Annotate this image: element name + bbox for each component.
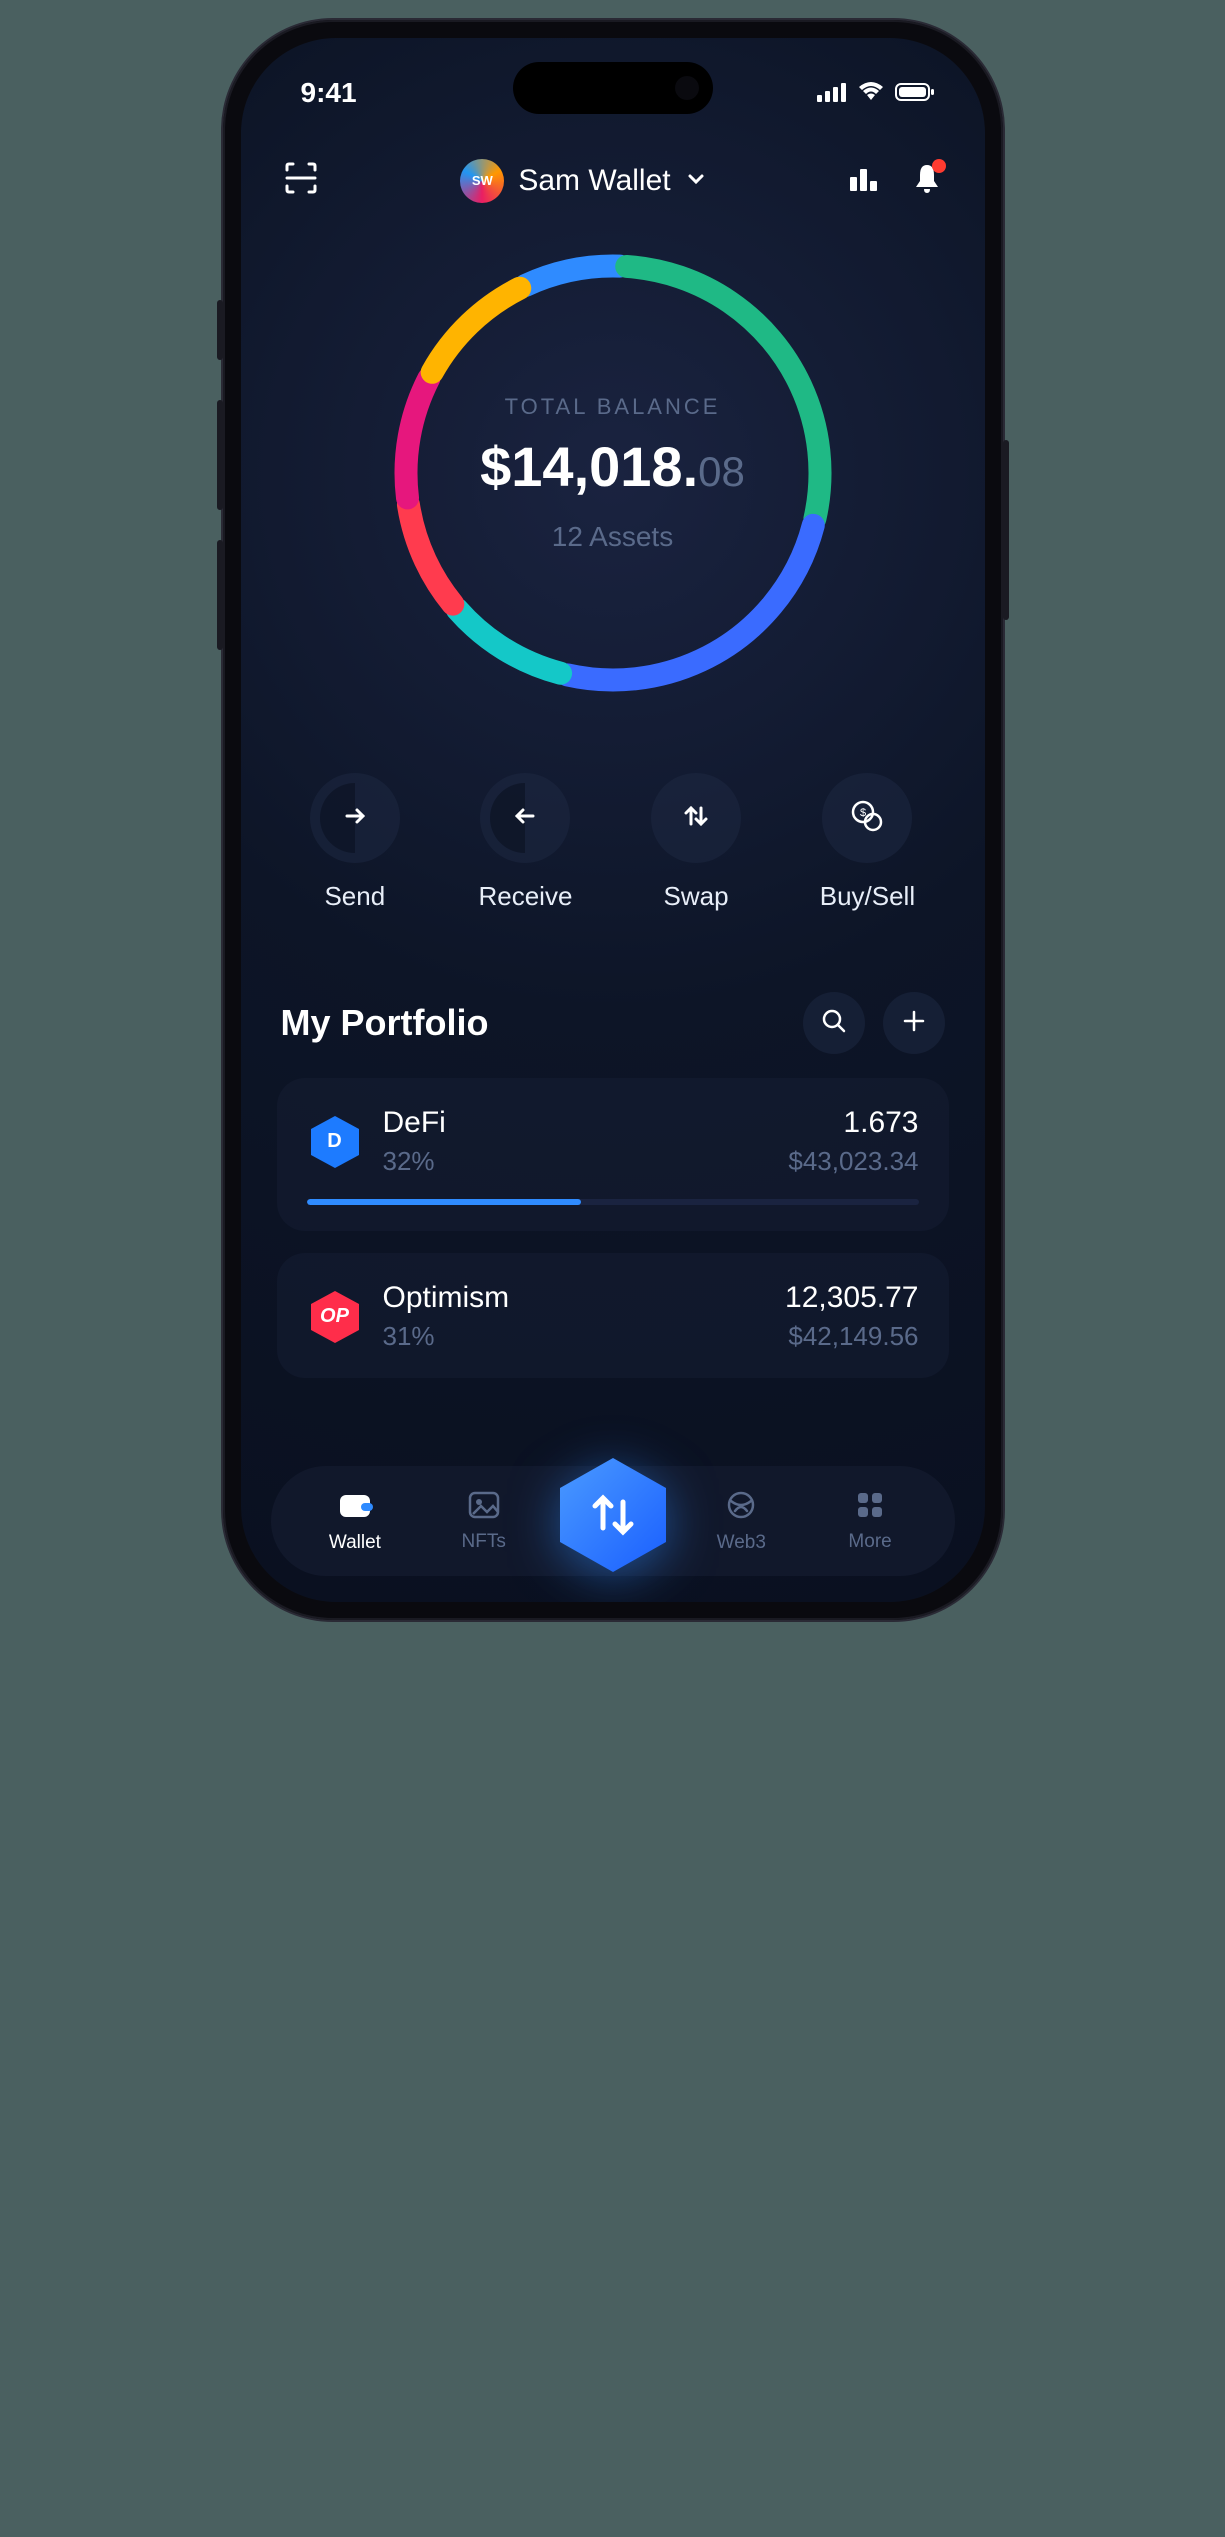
plus-icon: [899, 1006, 929, 1041]
phone-frame: 9:41 SW Sam Wallet: [223, 20, 1003, 1620]
balance-main: $14,018.: [480, 435, 698, 498]
asset-card[interactable]: D DeFi 32% 1.673 $43,023.34: [277, 1078, 949, 1231]
send-action[interactable]: Send: [310, 773, 400, 912]
bottom-nav: Wallet NFTs Web3: [271, 1466, 955, 1576]
nav-web3[interactable]: Web3: [691, 1489, 791, 1554]
balance-decimals: 08: [698, 448, 745, 495]
action-row: Send Receive Swap: [241, 733, 985, 962]
send-button[interactable]: [310, 773, 400, 863]
battery-icon: [895, 77, 935, 109]
asset-progress: [307, 1199, 919, 1205]
asset-name: Optimism: [383, 1281, 510, 1315]
nav-wallet[interactable]: Wallet: [305, 1489, 405, 1554]
asset-value: $43,023.34: [788, 1146, 918, 1177]
asset-value: $42,149.56: [788, 1321, 918, 1352]
nav-nfts-label: NFTs: [462, 1531, 506, 1553]
swap-label: Swap: [664, 881, 729, 912]
asset-amount: 12,305.77: [785, 1281, 918, 1315]
search-icon: [819, 1006, 849, 1041]
receive-label: Receive: [478, 881, 572, 912]
buysell-label: Buy/Sell: [820, 881, 915, 912]
nav-swap-fab[interactable]: [548, 1450, 678, 1580]
side-button: [217, 300, 223, 360]
wallet-icon: [337, 1489, 373, 1526]
power-button: [1003, 440, 1009, 620]
asset-percent: 31%: [383, 1321, 510, 1352]
avatar-initials: SW: [472, 173, 493, 188]
cellular-icon: [817, 77, 847, 109]
swap-action[interactable]: Swap: [651, 773, 741, 912]
nav-wallet-label: Wallet: [329, 1532, 381, 1554]
total-balance-label: TOTAL BALANCE: [505, 394, 721, 420]
status-time: 9:41: [301, 77, 357, 109]
portfolio-title: My Portfolio: [281, 1002, 489, 1044]
nav-web3-label: Web3: [717, 1532, 766, 1554]
image-icon: [467, 1490, 501, 1525]
nav-more-label: More: [848, 1531, 891, 1553]
arrow-right-icon: [337, 798, 373, 839]
assets-count: 12 Assets: [552, 513, 673, 553]
swap-button[interactable]: [651, 773, 741, 863]
add-button[interactable]: [883, 992, 945, 1054]
nav-nfts[interactable]: NFTs: [434, 1490, 534, 1553]
asset-badge-icon: D: [307, 1114, 363, 1170]
app-header: SW Sam Wallet: [241, 118, 985, 223]
total-balance-value: $14,018.08: [480, 434, 745, 499]
wallet-avatar: SW: [460, 159, 504, 203]
globe-icon: [725, 1489, 757, 1526]
volume-down-button: [217, 540, 223, 650]
buysell-button[interactable]: $: [822, 773, 912, 863]
wallet-name: Sam Wallet: [518, 164, 670, 198]
search-button[interactable]: [803, 992, 865, 1054]
volume-up-button: [217, 400, 223, 510]
balance-donut-chart: TOTAL BALANCE $14,018.08 12 Assets: [241, 223, 985, 733]
portfolio-header: My Portfolio: [241, 962, 985, 1078]
asset-percent: 32%: [383, 1146, 446, 1177]
asset-card[interactable]: OP Optimism 31% 12,305.77 $42,149.56: [277, 1253, 949, 1378]
asset-amount: 1.673: [843, 1106, 918, 1140]
notifications-icon[interactable]: [910, 161, 944, 200]
send-label: Send: [324, 881, 385, 912]
arrow-left-icon: [507, 798, 543, 839]
coins-icon: $: [847, 796, 887, 841]
asset-badge-icon: OP: [307, 1289, 363, 1345]
receive-action[interactable]: Receive: [478, 773, 572, 912]
scan-icon[interactable]: [281, 158, 321, 203]
receive-button[interactable]: [480, 773, 570, 863]
dynamic-island: [513, 62, 713, 114]
buysell-action[interactable]: $ Buy/Sell: [820, 773, 915, 912]
nav-more[interactable]: More: [820, 1490, 920, 1553]
wifi-icon: [857, 77, 885, 109]
portfolio-list: D DeFi 32% 1.673 $43,023.34: [241, 1078, 985, 1378]
stats-icon[interactable]: [846, 161, 880, 200]
swap-arrows-icon: [678, 798, 714, 839]
asset-name: DeFi: [383, 1106, 446, 1140]
grid-icon: [855, 1490, 885, 1525]
screen: 9:41 SW Sam Wallet: [241, 38, 985, 1602]
